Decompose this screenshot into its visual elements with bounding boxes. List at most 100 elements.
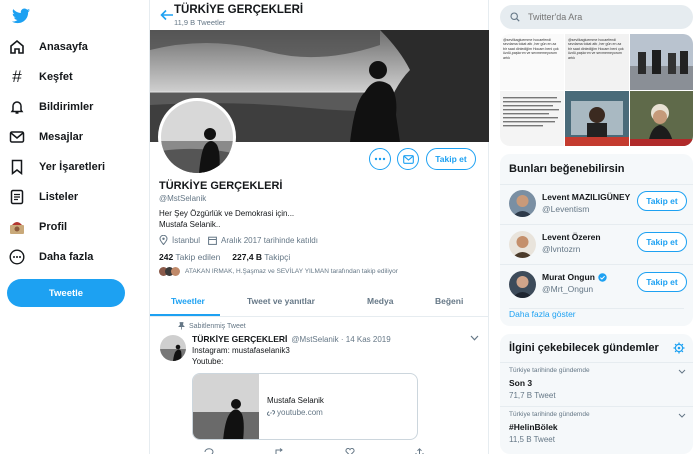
suggested-user[interactable]: Murat Ongun @Mrt_Ongun Takip et bbox=[500, 264, 693, 304]
pin-icon bbox=[178, 322, 185, 330]
reply-icon[interactable] bbox=[204, 448, 214, 454]
who-to-follow-title: Bunları beğenebilirsin bbox=[509, 163, 625, 175]
back-arrow-icon[interactable] bbox=[160, 9, 174, 21]
message-button[interactable] bbox=[397, 148, 419, 170]
nav-item-home[interactable]: Anasayfa bbox=[8, 36, 88, 58]
nav-label-bookmarks: Yer İşaretleri bbox=[39, 161, 106, 173]
tweet-author[interactable]: TÜRKİYE GERÇEKLERİ bbox=[192, 334, 287, 344]
bell-icon bbox=[8, 98, 26, 116]
profile-meta: İstanbul Aralık 2017 tarihinde katıldı bbox=[159, 235, 318, 245]
link-card-title: Mustafa Selanik bbox=[267, 396, 324, 405]
nav-item-profile[interactable]: Profil bbox=[8, 216, 67, 238]
avatar bbox=[509, 271, 536, 298]
nav-item-messages[interactable]: Mesajlar bbox=[8, 126, 83, 148]
avatar bbox=[509, 231, 536, 258]
header-title: TÜRKİYE GERÇEKLERİ bbox=[174, 4, 304, 16]
nav-item-lists[interactable]: Listeler bbox=[8, 186, 78, 208]
location-pin-icon bbox=[159, 235, 168, 245]
gear-icon[interactable] bbox=[673, 342, 685, 354]
follow-button[interactable]: Takip et bbox=[637, 232, 687, 252]
media-tile-1[interactable]: @sevilkagluemme hocaefendi sevdama tokat… bbox=[500, 34, 564, 90]
media-tile-5[interactable] bbox=[565, 91, 629, 146]
media-tile-3[interactable] bbox=[630, 34, 693, 90]
profile-bio-line2: Mustafa Selanik.. bbox=[159, 220, 221, 229]
chevron-down-icon[interactable] bbox=[678, 369, 686, 374]
chevron-down-icon[interactable] bbox=[678, 413, 686, 418]
media-tile-6[interactable] bbox=[630, 91, 693, 146]
tweet-actions bbox=[204, 448, 424, 454]
link-card-domain: youtube.com bbox=[277, 408, 323, 417]
bookmark-icon bbox=[8, 158, 26, 176]
suggested-user-name: Levent MAZILIGÜNEY bbox=[542, 192, 631, 202]
follower-avatars bbox=[159, 267, 180, 276]
header-tweet-count: 11,9 B Tweetler bbox=[174, 18, 226, 27]
trend-context: Türkiye tarihinde gündemde bbox=[509, 367, 590, 374]
following-link[interactable]: 242 Takip edilen bbox=[159, 252, 220, 262]
tab-media[interactable]: Medya bbox=[367, 296, 393, 306]
profile-column: TÜRKİYE GERÇEKLERİ 11,9 B Tweetler Takip… bbox=[149, 0, 489, 454]
link-preview-card[interactable]: Mustafa Selanik youtube.com bbox=[192, 373, 418, 440]
pinned-tweet[interactable]: Sabitlenmiş Tweet TÜRKİYE GERÇEKLERİ @Ms… bbox=[150, 317, 489, 454]
share-icon[interactable] bbox=[415, 448, 424, 454]
suggested-user-handle: @Mrt_Ongun bbox=[542, 284, 594, 294]
follow-button[interactable]: Takip et bbox=[637, 272, 687, 292]
search-box[interactable] bbox=[500, 5, 693, 29]
tweet-avatar[interactable] bbox=[160, 335, 186, 361]
more-options-button[interactable] bbox=[369, 148, 391, 170]
suggested-user-handle: @lvntozrn bbox=[542, 244, 581, 254]
nav-item-notifications[interactable]: Bildirimler bbox=[8, 96, 93, 118]
chevron-down-icon[interactable] bbox=[470, 335, 479, 341]
nav-item-bookmarks[interactable]: Yer İşaretleri bbox=[8, 156, 105, 178]
search-icon bbox=[510, 12, 520, 22]
show-more-link[interactable]: Daha fazla göster bbox=[509, 308, 684, 319]
profile-avatar-icon bbox=[8, 218, 26, 236]
followed-by-text: ATAKAN IRMAK, H.Şaşmaz ve SEVİLAY YILMAN… bbox=[185, 268, 398, 275]
follow-button[interactable]: Takip et bbox=[426, 148, 476, 170]
media-tile-4[interactable] bbox=[500, 91, 564, 146]
nav-item-more[interactable]: Daha fazla bbox=[8, 246, 93, 268]
nav-label-notifications: Bildirimler bbox=[39, 101, 94, 113]
trend-item[interactable]: Türkiye tarihinde gündemde #HelinBölek 1… bbox=[500, 406, 693, 448]
trend-count: 11,5 B Tweet bbox=[509, 435, 555, 444]
nav-item-explore[interactable]: # Keşfet bbox=[8, 66, 72, 88]
twitter-logo-icon[interactable] bbox=[12, 8, 30, 24]
trends-title: İlgini çekebilecek gündemler bbox=[509, 342, 659, 354]
followers-link[interactable]: 227,4 B Takipçi bbox=[232, 252, 290, 262]
link-card-url: youtube.com bbox=[267, 408, 323, 417]
tab-likes[interactable]: Beğeni bbox=[435, 296, 463, 306]
followers-label: Takipçi bbox=[264, 252, 291, 262]
tweet-button[interactable]: Tweetle bbox=[7, 279, 125, 307]
retweet-icon[interactable] bbox=[274, 448, 285, 454]
suggested-user[interactable]: Levent MAZILIGÜNEY @Leventism Takip et bbox=[500, 184, 693, 224]
link-icon bbox=[267, 409, 275, 417]
trend-name: Son 3 bbox=[509, 378, 533, 388]
nav-label-home: Anasayfa bbox=[39, 41, 88, 53]
home-icon bbox=[8, 38, 26, 56]
profile-joined: Aralık 2017 tarihinde katıldı bbox=[221, 235, 318, 245]
ellipsis-icon bbox=[374, 157, 386, 161]
pinned-indicator: Sabitlenmiş Tweet bbox=[178, 322, 246, 330]
suggested-user[interactable]: Levent Özeren @lvntozrn Takip et bbox=[500, 224, 693, 264]
profile-name: TÜRKİYE GERÇEKLERİ bbox=[159, 180, 283, 192]
envelope-icon bbox=[402, 154, 414, 164]
media-grid: @sevilkagluemme hocaefendi sevdama tokat… bbox=[500, 34, 693, 146]
nav-label-lists: Listeler bbox=[39, 191, 79, 203]
trends-card: İlgini çekebilecek gündemler Türkiye tar… bbox=[500, 334, 693, 454]
tweet-text-line1: Instagram: mustafaselanik3 bbox=[192, 346, 290, 355]
search-input[interactable] bbox=[528, 12, 678, 22]
tab-tweets[interactable]: Tweetler bbox=[171, 296, 205, 306]
profile-avatar[interactable] bbox=[158, 98, 236, 176]
trend-name: #HelinBölek bbox=[509, 422, 558, 432]
nav-label-messages: Mesajlar bbox=[39, 131, 84, 143]
tweet-handle-date[interactable]: @MstSelanik · 14 Kas 2019 bbox=[291, 335, 390, 344]
tab-tweets-replies[interactable]: Tweet ve yanıtlar bbox=[247, 296, 315, 306]
media-tile-2[interactable]: @sevilkagluemme hocaefendi sevdama tokat… bbox=[565, 34, 629, 90]
link-card-thumbnail bbox=[193, 374, 259, 439]
trend-context: Türkiye tarihinde gündemde bbox=[509, 411, 590, 418]
trend-item[interactable]: Türkiye tarihinde gündemde Son 3 71,7 B … bbox=[500, 362, 693, 404]
tweet-text-line2: Youtube: bbox=[192, 357, 224, 366]
envelope-icon bbox=[8, 128, 26, 146]
follow-button[interactable]: Takip et bbox=[637, 191, 687, 211]
like-icon[interactable] bbox=[345, 448, 355, 454]
followed-by-row[interactable]: ATAKAN IRMAK, H.Şaşmaz ve SEVİLAY YILMAN… bbox=[159, 267, 398, 276]
